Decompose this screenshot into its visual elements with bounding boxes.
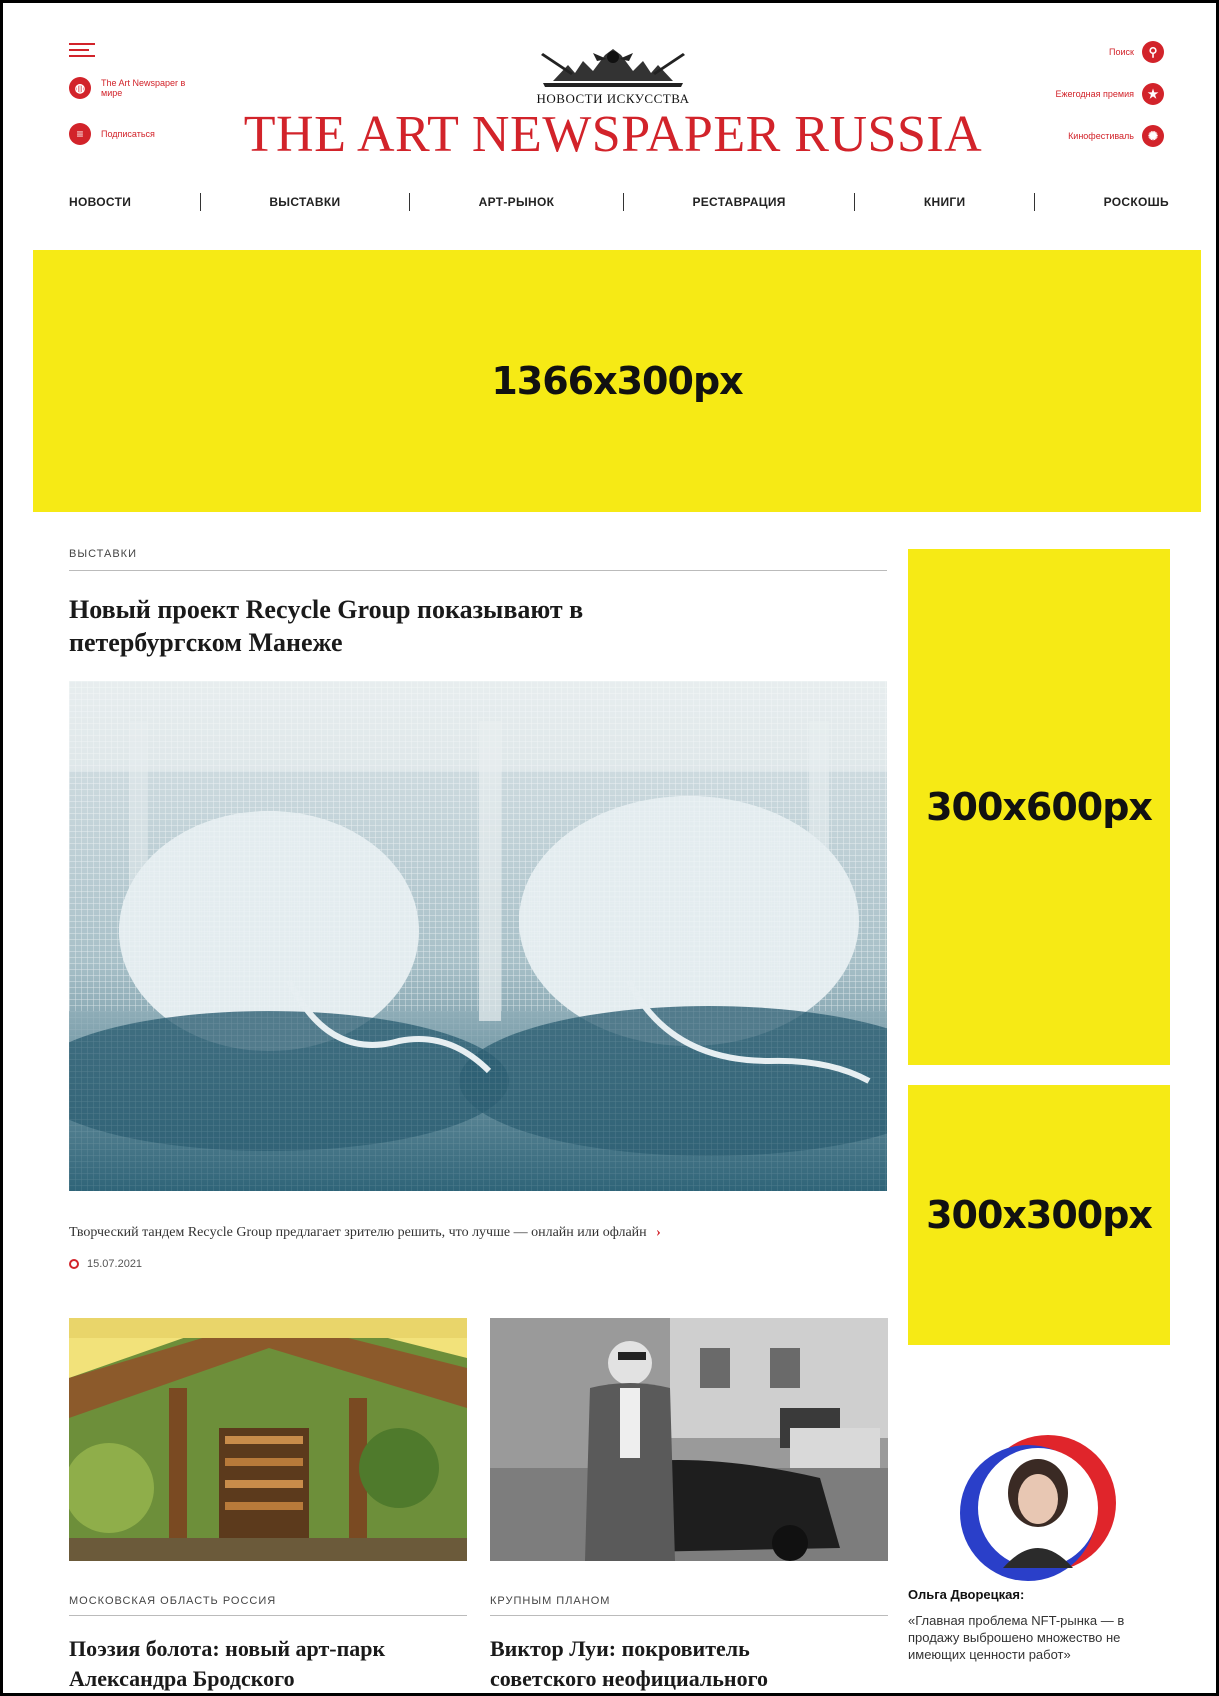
globe-icon: ◍ xyxy=(69,77,91,99)
quote-author: Ольга Дворецкая: xyxy=(908,1587,1025,1602)
article-date: 15.07.2021 xyxy=(69,1258,142,1270)
mesh-sculpture-image xyxy=(69,681,887,1191)
ad-size-label: 300x600px xyxy=(926,785,1153,829)
menu-icon[interactable] xyxy=(69,41,95,59)
headline-line: советского неофициального xyxy=(490,1666,769,1691)
star-icon: ★ xyxy=(1142,83,1164,105)
ad-size-label: 300x300px xyxy=(926,1193,1153,1237)
search-label: Поиск xyxy=(1109,47,1134,57)
headline-line: Виктор Луи: покровитель xyxy=(490,1636,750,1661)
card-headline[interactable]: Виктор Луи: покровитель советского неофи… xyxy=(490,1634,888,1693)
wooden-pavilion-image xyxy=(69,1318,467,1561)
bw-portrait-car-image xyxy=(490,1318,888,1561)
chevron-right-icon[interactable]: › xyxy=(656,1225,661,1240)
subscribe-label: Подписаться xyxy=(101,129,155,139)
card-headline[interactable]: Поэзия болота: новый арт-парк Александра… xyxy=(69,1634,467,1693)
section-divider xyxy=(69,1615,467,1616)
article-headline[interactable]: Новый проект Recycle Group показывают в … xyxy=(69,593,887,659)
section-divider xyxy=(490,1615,888,1616)
subscribe-icon: ≡ xyxy=(69,123,91,145)
nav-item-luxury[interactable]: РОСКОШЬ xyxy=(1104,195,1169,209)
ad-banner-top[interactable]: 1366x300px xyxy=(33,250,1201,512)
annual-award-label: Ежегодная премия xyxy=(1055,89,1135,99)
ad-size-label: 1366x300px xyxy=(491,359,743,403)
search-icon: ⚲ xyxy=(1142,41,1164,63)
subscribe-link[interactable]: ≡ Подписаться xyxy=(69,123,155,145)
quote-card[interactable]: Ольга Дворецкая: «Главная проблема NFT-р… xyxy=(908,1433,1170,1663)
avatar xyxy=(960,1435,1116,1581)
nav-item-restoration[interactable]: РЕСТАВРАЦИЯ xyxy=(692,195,785,209)
headline-line: Александра Бродского xyxy=(69,1666,295,1691)
logo-subtitle: НОВОСТИ ИСКУССТВА xyxy=(536,91,690,106)
article-lead-text: Творческий тандем Recycle Group предлага… xyxy=(69,1225,647,1240)
ad-banner-side-square[interactable]: 300x300px xyxy=(908,1085,1170,1345)
article-section-label[interactable]: ВЫСТАВКИ xyxy=(69,548,887,560)
nav-item-news[interactable]: НОВОСТИ xyxy=(69,195,131,209)
section-divider xyxy=(69,570,887,571)
main-nav: НОВОСТИ ВЫСТАВКИ АРТ-РЫНОК РЕСТАВРАЦИЯ К… xyxy=(69,191,1169,213)
quote-text: «Главная проблема NFT-рынка — в продажу … xyxy=(908,1613,1125,1662)
annual-award-link[interactable]: Ежегодная премия ★ xyxy=(1055,83,1164,105)
header-left xyxy=(69,41,95,59)
logo-emblem-icon xyxy=(541,49,685,87)
article-hero-image[interactable] xyxy=(69,681,887,1191)
headline-line: Поэзия болота: новый арт-парк xyxy=(69,1636,386,1661)
ad-banner-side-tall[interactable]: 300x600px xyxy=(908,549,1170,1065)
nav-divider xyxy=(1034,193,1036,211)
headline-line: петербургском Манеже xyxy=(69,628,343,657)
card-section-label[interactable]: МОСКОВСКАЯ ОБЛАСТЬ РОССИЯ xyxy=(69,1595,467,1607)
clock-icon xyxy=(69,1259,79,1269)
card-swamp-park: МОСКОВСКАЯ ОБЛАСТЬ РОССИЯ Поэзия болота:… xyxy=(69,1595,467,1693)
nav-divider xyxy=(622,193,624,211)
nav-item-art-market[interactable]: АРТ-РЫНОК xyxy=(479,195,555,209)
card-image-swamp-park[interactable] xyxy=(69,1318,467,1561)
nav-divider xyxy=(199,193,201,211)
nav-item-exhibitions[interactable]: ВЫСТАВКИ xyxy=(269,195,340,209)
article-date-text: 15.07.2021 xyxy=(87,1258,143,1270)
logo-title: THE ART NEWSPAPER RUSSIA xyxy=(243,106,983,163)
card-victor-louis: КРУПНЫМ ПЛАНОМ Виктор Луи: покровитель с… xyxy=(490,1595,888,1693)
card-section-label[interactable]: КРУПНЫМ ПЛАНОМ xyxy=(490,1595,888,1607)
site-logo[interactable]: НОВОСТИ ИСКУССТВА THE ART NEWSPAPER RUSS… xyxy=(243,43,983,163)
search-link[interactable]: Поиск ⚲ xyxy=(1109,41,1164,63)
film-icon: ✺ xyxy=(1142,125,1164,147)
nav-divider xyxy=(854,193,856,211)
article-lead[interactable]: Творческий тандем Recycle Group предлага… xyxy=(69,1225,889,1241)
world-editions-label: The Art Newspaper в мире xyxy=(101,78,186,98)
card-image-victor-louis[interactable] xyxy=(490,1318,888,1561)
nav-divider xyxy=(409,193,410,211)
film-festival-label: Кинофестиваль xyxy=(1068,131,1134,141)
nav-item-books[interactable]: КНИГИ xyxy=(924,195,966,209)
page-frame: ◍ The Art Newspaper в мире ≡ Подписаться… xyxy=(0,0,1219,1696)
headline-line: Новый проект Recycle Group показывают в xyxy=(69,595,584,624)
world-editions-link[interactable]: ◍ The Art Newspaper в мире xyxy=(69,77,201,99)
film-festival-link[interactable]: Кинофестиваль ✺ xyxy=(1068,125,1164,147)
main-article: ВЫСТАВКИ Новый проект Recycle Group пока… xyxy=(69,548,887,659)
